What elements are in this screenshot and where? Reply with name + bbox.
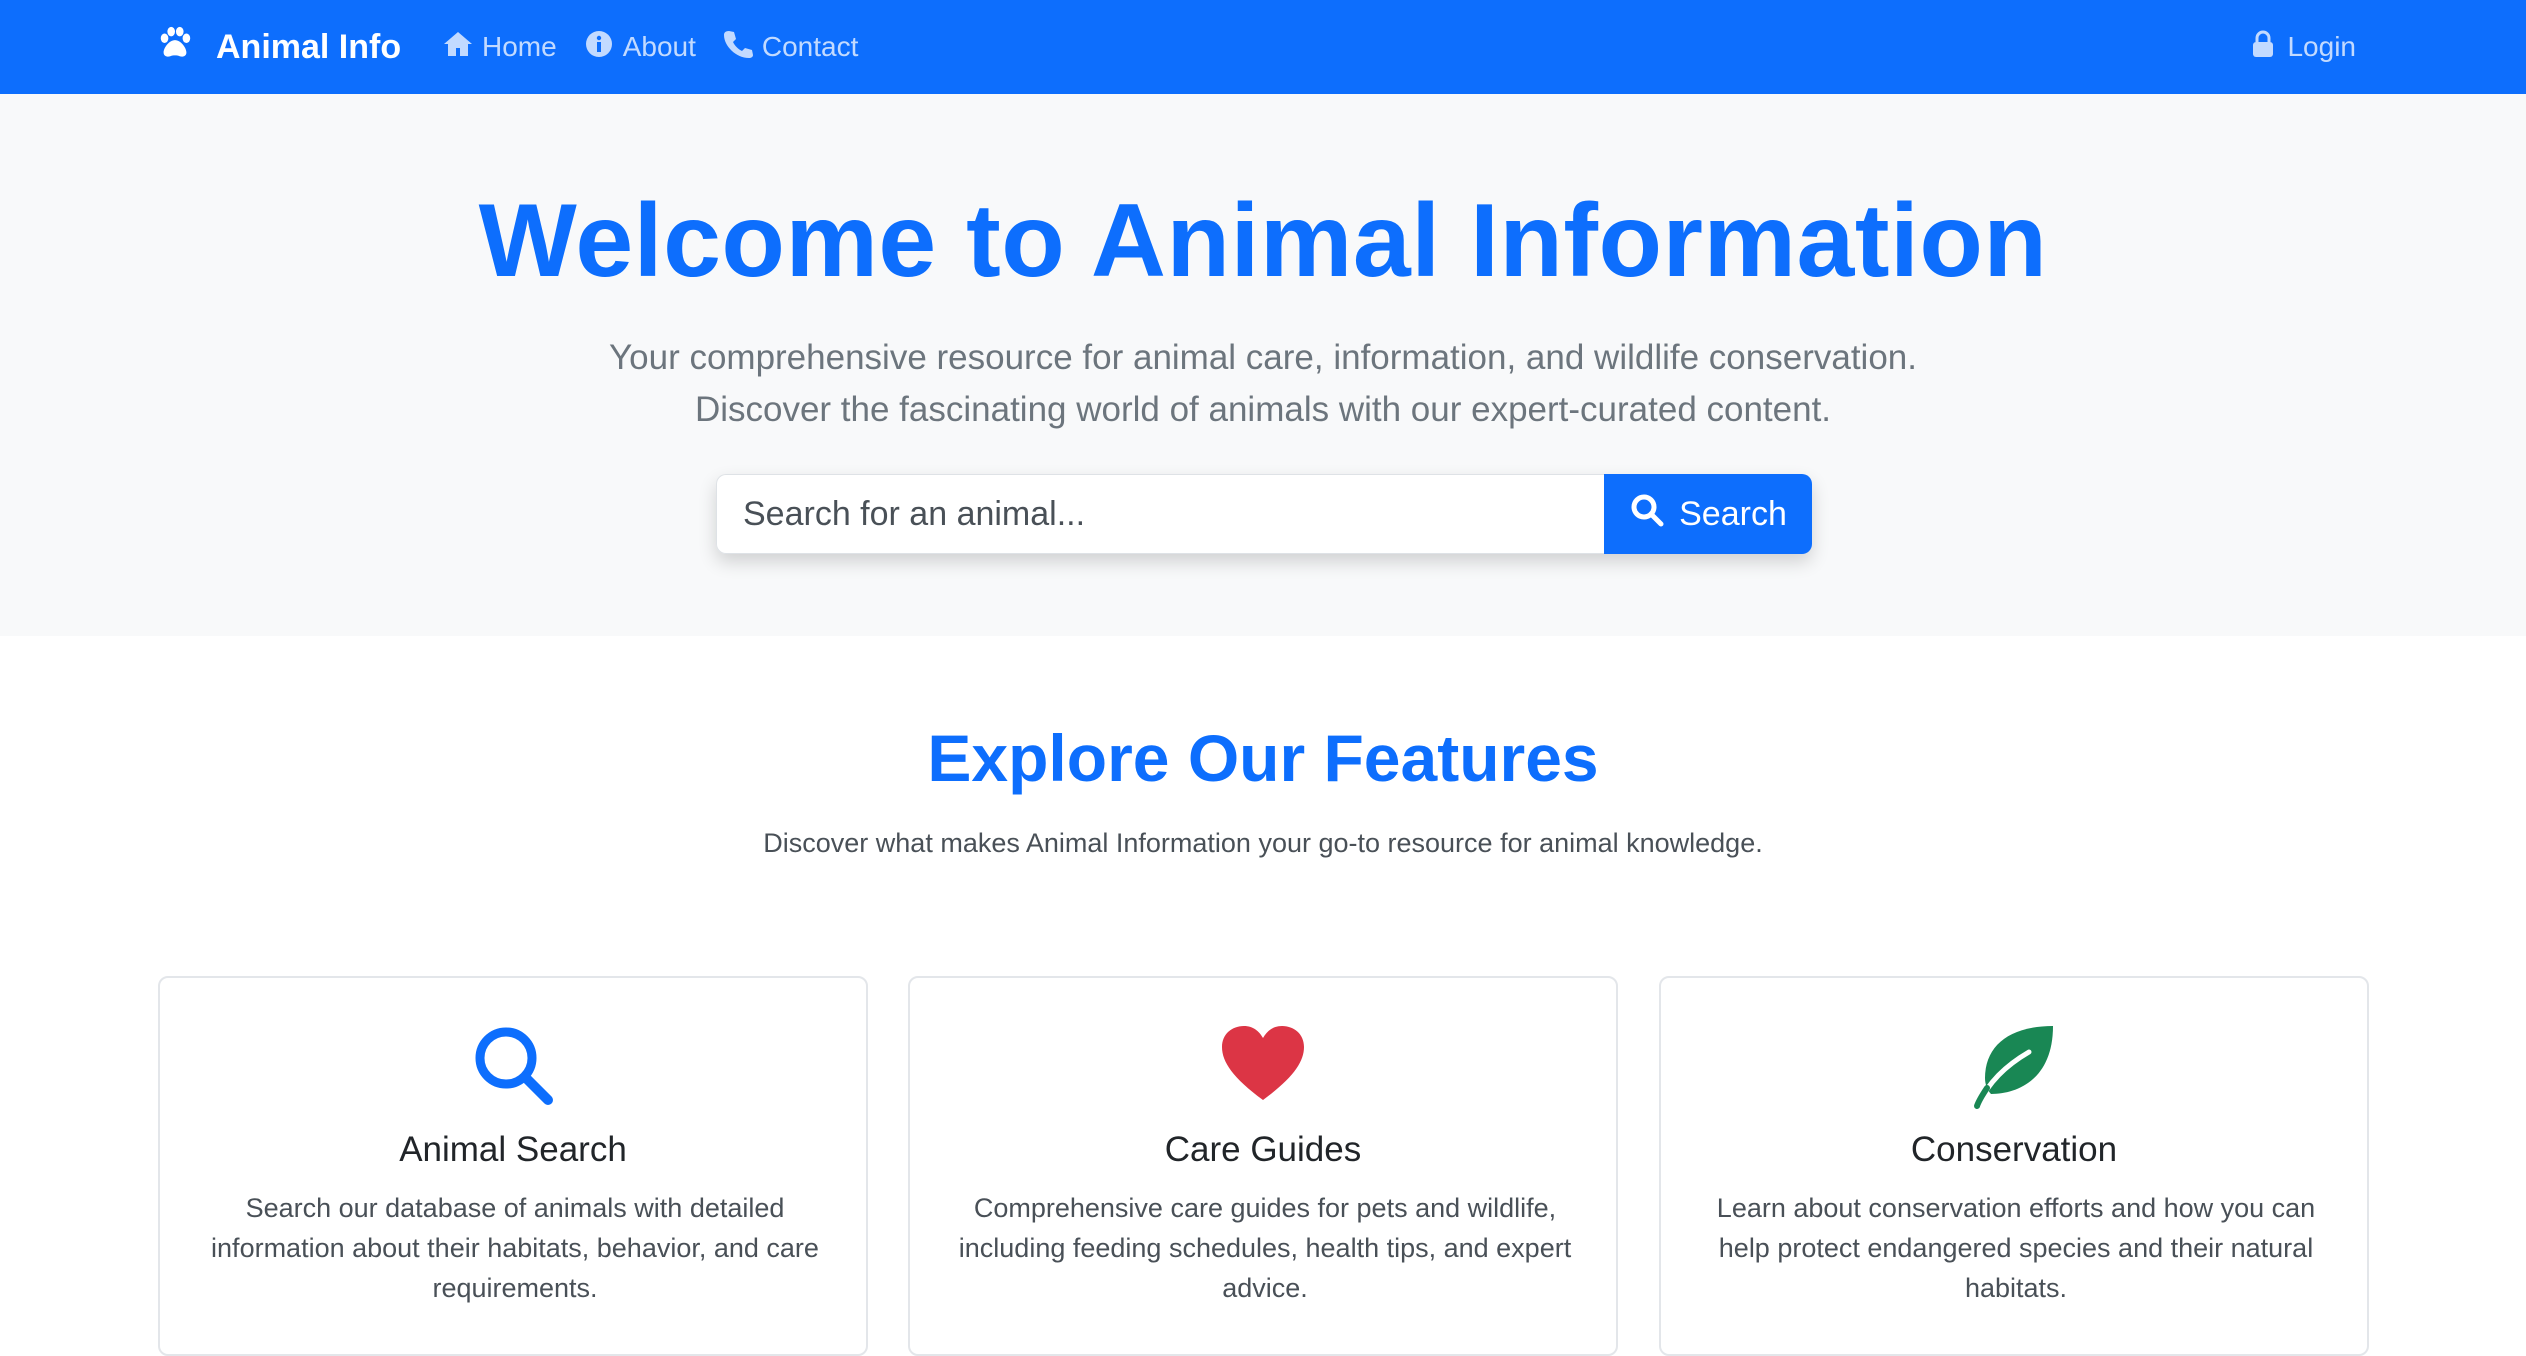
feature-card-animal-search: Animal Search Search our database of ani… bbox=[158, 976, 868, 1356]
search-group: Search bbox=[716, 474, 1812, 554]
card-text: Comprehensive care guides for pets and w… bbox=[958, 1193, 1572, 1303]
feature-card-conservation: Conservation Learn about conservation ef… bbox=[1659, 976, 2369, 1356]
hero-subtitle: Your comprehensive resource for animal c… bbox=[609, 338, 1917, 429]
phone-icon bbox=[722, 28, 754, 67]
navbar: Animal Info Home About Contact Login bbox=[0, 0, 2526, 94]
nav-about-label: About bbox=[622, 31, 696, 62]
info-circle-icon bbox=[583, 28, 615, 67]
lock-icon bbox=[2247, 28, 2279, 67]
search-icon bbox=[160, 1020, 866, 1110]
search-input[interactable] bbox=[716, 474, 1604, 554]
nav-contact-link[interactable]: Contact bbox=[722, 28, 859, 67]
search-icon bbox=[1629, 492, 1665, 537]
brand-link[interactable]: Animal Info bbox=[156, 0, 401, 94]
login-link[interactable]: Login bbox=[2247, 28, 2356, 67]
nav-home-link[interactable]: Home bbox=[442, 28, 557, 67]
login-label: Login bbox=[2287, 31, 2356, 62]
search-button-label: Search bbox=[1679, 494, 1787, 533]
home-icon bbox=[442, 28, 474, 67]
card-text: Learn about conservation efforts and how… bbox=[1716, 1193, 2316, 1303]
nav-links: Home About Contact bbox=[442, 0, 858, 94]
nav-contact-label: Contact bbox=[761, 31, 859, 62]
nav-home-label: Home bbox=[482, 31, 557, 62]
nav-right: Login bbox=[2247, 0, 2356, 94]
card-title: Animal Search bbox=[399, 1130, 627, 1169]
nav-about-link[interactable]: About bbox=[583, 28, 696, 67]
search-button[interactable]: Search bbox=[1604, 474, 1812, 554]
card-title: Care Guides bbox=[1164, 1130, 1362, 1169]
hero-title: Welcome to Animal Information bbox=[478, 183, 2048, 299]
card-text: Search our database of animals with deta… bbox=[211, 1193, 819, 1303]
feature-card-care-guides: Care Guides Comprehensive care guides fo… bbox=[908, 976, 1618, 1356]
brand-label: Animal Info bbox=[216, 27, 402, 66]
heart-icon bbox=[910, 1020, 1616, 1110]
features-title: Explore Our Features bbox=[927, 721, 1599, 795]
paw-icon bbox=[156, 24, 194, 71]
leaf-icon bbox=[1661, 1020, 2367, 1110]
card-title: Conservation bbox=[1910, 1130, 2118, 1169]
hero-section: Welcome to Animal Information Your compr… bbox=[0, 94, 2526, 636]
features-subtitle: Discover what makes Animal Information y… bbox=[763, 828, 1763, 858]
